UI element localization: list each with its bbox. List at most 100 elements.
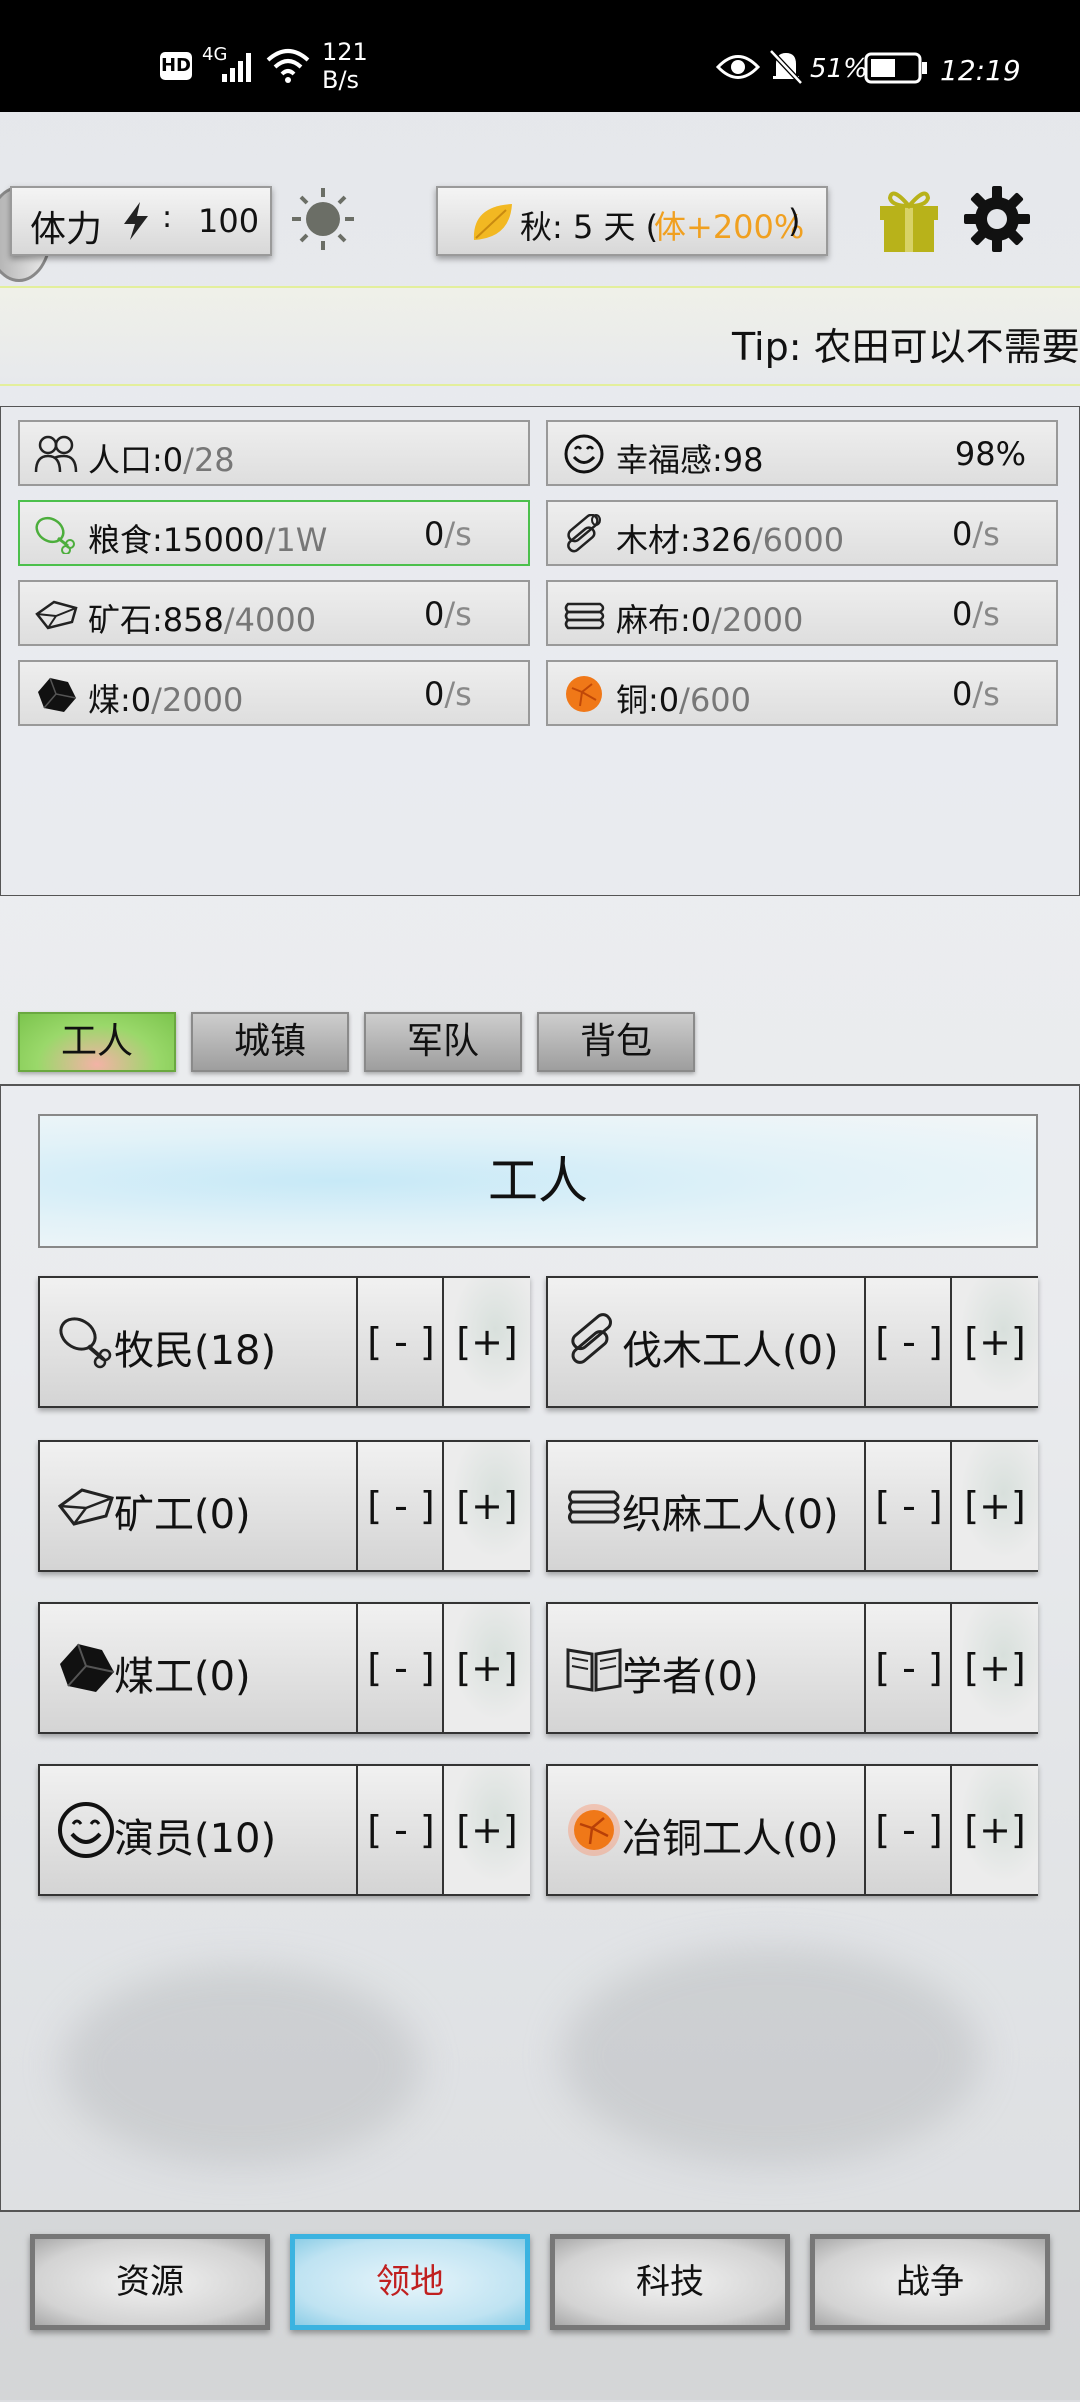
copper-icon (566, 676, 602, 712)
increase-button[interactable]: [+] (950, 1442, 1038, 1570)
worker-label: 演员(10) (114, 1816, 277, 1862)
stamina-box: 体力 : 100 (10, 186, 272, 256)
wood-icon (567, 514, 601, 553)
decrease-button[interactable]: [ - ] (864, 1278, 952, 1406)
worker-row-miner: 矿工(0) [ - ] [+] (38, 1440, 530, 1572)
resource-coal: 煤:0/2000 0/s (18, 660, 530, 726)
battery-percent: 51% (810, 54, 868, 84)
decrease-button[interactable]: [ - ] (356, 1442, 444, 1570)
resource-food: 粮食:15000/1W 0/s (18, 500, 530, 566)
resource-name: 人口:0/28 (88, 441, 235, 479)
nav-tech-button[interactable]: 科技 (550, 2234, 790, 2330)
resource-name: 矿石:858/4000 (88, 601, 317, 639)
tab-army[interactable]: 军队 (364, 1012, 522, 1072)
smile-icon (58, 1802, 114, 1858)
nav-resources-button[interactable]: 资源 (30, 2234, 270, 2330)
worker-row-scholar: 学者(0) [ - ] [+] (546, 1602, 1038, 1734)
resource-name: 麻布:0/2000 (616, 601, 804, 639)
book-icon (566, 1648, 622, 1692)
linen-icon (568, 1490, 620, 1524)
decrease-button[interactable]: [ - ] (356, 1604, 444, 1732)
tab-backpack[interactable]: 背包 (537, 1012, 695, 1072)
worker-row-copper-smelter: 冶铜工人(0) [ - ] [+] (546, 1764, 1038, 1896)
resource-rate: 0/s (424, 595, 472, 633)
season-close: ) (788, 202, 801, 240)
worker-label: 牧民(18) (114, 1328, 277, 1374)
linen-icon (564, 602, 605, 630)
meat-icon (59, 1317, 112, 1369)
tab-workers[interactable]: 工人 (18, 1012, 176, 1072)
background-mist (561, 1946, 981, 2166)
hd-icon: HD (160, 52, 192, 80)
worker-row-coal-miner: 煤工(0) [ - ] [+] (38, 1602, 530, 1734)
background-mist (61, 1966, 421, 2166)
increase-button[interactable]: [+] (442, 1278, 530, 1406)
worker-row-lumberjack: 伐木工人(0) [ - ] [+] (546, 1276, 1038, 1408)
worker-label: 矿工(0) (114, 1492, 251, 1538)
resource-name: 木材:326/6000 (616, 521, 845, 559)
resource-population: 人口:0/28 (18, 420, 530, 486)
net-speed-value: 121 (322, 38, 368, 66)
nav-territory-button[interactable]: 领地 (290, 2234, 530, 2330)
settings-gear-icon[interactable] (964, 186, 1030, 252)
increase-button[interactable]: [+] (442, 1442, 530, 1570)
decrease-button[interactable]: [ - ] (356, 1278, 444, 1406)
worker-label: 学者(0) (622, 1654, 759, 1700)
tip-banner: Tip: 农田可以不需要 (0, 286, 1080, 386)
wood-icon (571, 1313, 612, 1364)
gift-icon[interactable] (876, 184, 942, 254)
stamina-label: 体力 (30, 209, 103, 250)
increase-button[interactable]: [+] (950, 1604, 1038, 1732)
battery-icon (864, 52, 927, 84)
meat-icon (35, 516, 75, 554)
decrease-button[interactable]: [ - ] (356, 1766, 444, 1894)
resource-wood: 木材:326/6000 0/s (546, 500, 1058, 566)
worker-label: 煤工(0) (114, 1654, 251, 1700)
worker-label: 织麻工人(0) (622, 1492, 839, 1538)
happiness-percent: 98% (954, 435, 1026, 473)
resource-happiness: 幸福感:98 98% (546, 420, 1058, 486)
signal-icon (222, 53, 251, 82)
increase-button[interactable]: [+] (950, 1278, 1038, 1406)
worker-label: 冶铜工人(0) (622, 1816, 839, 1862)
eye-icon (716, 55, 760, 79)
ore-icon (35, 600, 78, 630)
worker-label: 伐木工人(0) (622, 1328, 839, 1374)
tip-text: Tip: 农田可以不需要 (732, 325, 1080, 369)
resource-rate: 0/s (424, 675, 472, 713)
resource-name: 煤:0/2000 (88, 681, 244, 719)
resource-rate: 0/s (952, 595, 1000, 633)
resource-rate: 0/s (952, 675, 1000, 713)
resource-name: 幸福感:98 (616, 441, 764, 479)
decrease-button[interactable]: [ - ] (864, 1604, 952, 1732)
decrease-button[interactable]: [ - ] (864, 1442, 952, 1570)
season-text: 秋: 5 天 ( (520, 208, 659, 246)
stamina-sep: : (162, 200, 173, 235)
resource-copper: 铜:0/600 0/s (546, 660, 1058, 726)
clock: 12:19 (940, 54, 1021, 87)
ore-icon (57, 1488, 114, 1526)
season-box[interactable]: 秋: 5 天 ( 体+200% ) (436, 186, 828, 256)
season-bonus: 体+200% (654, 208, 805, 246)
smile-icon (564, 434, 604, 474)
leaf-icon (473, 204, 512, 240)
coal-icon (60, 1643, 115, 1692)
wifi-icon (266, 49, 310, 83)
increase-button[interactable]: [+] (950, 1766, 1038, 1894)
worker-row-actor: 演员(10) [ - ] [+] (38, 1764, 530, 1896)
tab-town[interactable]: 城镇 (191, 1012, 349, 1072)
decrease-button[interactable]: [ - ] (864, 1766, 952, 1894)
lightning-icon (124, 202, 148, 240)
worker-row-herder: 牧民(18) [ - ] [+] (38, 1276, 530, 1408)
stamina-value: 100 (198, 202, 260, 240)
increase-button[interactable]: [+] (442, 1604, 530, 1732)
mute-bell-icon (769, 49, 803, 85)
resource-name: 粮食:15000/1W (88, 521, 328, 559)
worker-section-header: 工人 (38, 1114, 1038, 1248)
coal-icon (38, 677, 77, 712)
nav-war-button[interactable]: 战争 (810, 2234, 1050, 2330)
sun-icon (292, 188, 354, 250)
increase-button[interactable]: [+] (442, 1766, 530, 1894)
worker-row-weaver: 织麻工人(0) [ - ] [+] (546, 1440, 1038, 1572)
resource-ore: 矿石:858/4000 0/s (18, 580, 530, 646)
